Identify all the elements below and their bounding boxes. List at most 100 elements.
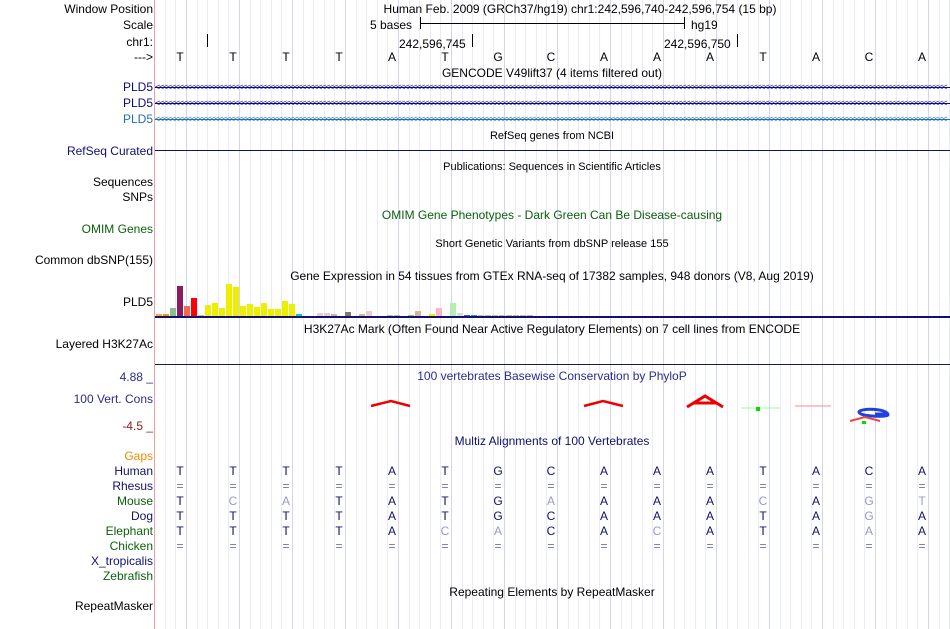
gtex-bar[interactable] xyxy=(450,303,456,316)
alignment-base: = xyxy=(176,479,184,493)
alignment-base: A xyxy=(652,464,662,478)
sequence-base: T xyxy=(335,50,343,64)
alignment-base: T xyxy=(229,464,237,478)
alignment-base: = xyxy=(653,539,661,553)
alignment-base: A xyxy=(811,509,821,523)
gtex-bar[interactable] xyxy=(408,315,414,316)
gtex-bar[interactable] xyxy=(156,314,162,316)
h3k27ac-baseline xyxy=(155,364,950,365)
gtex-bar[interactable] xyxy=(485,315,491,316)
species-label[interactable]: X_tropicalis xyxy=(91,554,153,568)
phylop-logo xyxy=(370,394,890,424)
snps-label[interactable]: SNPs xyxy=(122,190,153,204)
gtex-bar[interactable] xyxy=(415,311,421,316)
gtex-bar[interactable] xyxy=(464,315,470,316)
refseq-label[interactable]: RefSeq Curated xyxy=(67,144,153,158)
repeatmasker-label[interactable]: RepeatMasker xyxy=(75,599,153,613)
alignment-base: = xyxy=(388,479,396,493)
alignment-base: A xyxy=(917,509,927,523)
alignment-base: = xyxy=(812,539,820,553)
label-divider xyxy=(154,0,155,629)
gtex-bar[interactable] xyxy=(317,313,323,316)
gtex-bar[interactable] xyxy=(492,315,498,316)
gtex-bar[interactable] xyxy=(331,314,337,316)
omim-label[interactable]: OMIM Genes xyxy=(82,222,153,236)
alignment-base: = xyxy=(653,479,661,493)
alignment-base: A xyxy=(917,464,927,478)
gtex-bar[interactable] xyxy=(394,315,400,316)
gtex-bar[interactable] xyxy=(506,315,512,316)
phylop-label[interactable]: 100 Vert. Cons xyxy=(74,392,153,406)
sequence-base: T xyxy=(229,50,237,64)
gtex-bar[interactable] xyxy=(359,314,365,316)
gtex-bar[interactable] xyxy=(233,287,239,316)
scale-label: Scale xyxy=(122,18,153,32)
species-label[interactable]: Chicken xyxy=(110,539,153,553)
dbsnp-label[interactable]: Common dbSNP(155) xyxy=(35,253,153,267)
gtex-bar[interactable] xyxy=(499,315,505,316)
gtex-bar[interactable] xyxy=(527,315,533,316)
sequence-base: A xyxy=(811,50,821,64)
gtex-bar[interactable] xyxy=(268,309,274,316)
gtex-bar[interactable] xyxy=(163,314,169,316)
gtex-bar[interactable] xyxy=(457,313,463,316)
gene-model[interactable]: <<<<<<<<<<<<<<<<<<<<<<<<<<<<<<<<<<<<<<<<… xyxy=(155,98,950,108)
gtex-bar[interactable] xyxy=(219,308,225,316)
gtex-bar[interactable] xyxy=(261,303,267,316)
gtex-bar[interactable] xyxy=(282,301,288,316)
gtex-bar[interactable] xyxy=(184,306,190,316)
gtex-bar[interactable] xyxy=(429,314,435,316)
gtex-bar[interactable] xyxy=(471,315,477,316)
alignment-base: = xyxy=(918,479,926,493)
sequences-label[interactable]: Sequences xyxy=(93,175,153,189)
species-label[interactable]: Dog xyxy=(131,509,153,523)
species-label[interactable]: Zebrafish xyxy=(103,569,153,583)
alignment-base: C xyxy=(758,494,768,508)
alignment-base: A xyxy=(705,509,715,523)
gene-label[interactable]: PLD5 xyxy=(123,80,153,94)
gtex-bar[interactable] xyxy=(240,306,246,316)
gtex-bar[interactable] xyxy=(324,313,330,316)
gtex-bar[interactable] xyxy=(177,286,183,316)
h3k27ac-label[interactable]: Layered H3K27Ac xyxy=(56,337,153,351)
alignment-base: A xyxy=(599,509,609,523)
species-label[interactable]: Elephant xyxy=(106,524,153,538)
alignment-base: T xyxy=(441,464,449,478)
gene-model[interactable]: <<<<<<<<<<<<<<<<<<<<<<<<<<<<<<<<<<<<<<<<… xyxy=(155,82,950,92)
species-label[interactable]: Mouse xyxy=(117,494,153,508)
species-label[interactable]: Rhesus xyxy=(112,479,153,493)
gtex-bar[interactable] xyxy=(366,311,372,316)
refseq-gene-line[interactable] xyxy=(155,150,950,151)
gtex-bar[interactable] xyxy=(520,315,526,316)
gtex-bar[interactable] xyxy=(254,307,260,316)
gene-label[interactable]: PLD5 xyxy=(123,96,153,110)
phylop-title: 100 vertebrates Basewise Conservation by… xyxy=(417,369,687,383)
gtex-bar[interactable] xyxy=(387,315,393,316)
gtex-bar[interactable] xyxy=(170,308,176,316)
alignment-base: = xyxy=(918,539,926,553)
gaps-label[interactable]: Gaps xyxy=(124,449,153,463)
coord-label: 242,596,745 xyxy=(399,37,466,51)
alignment-base: T xyxy=(335,494,343,508)
species-label[interactable]: Human xyxy=(114,464,153,478)
gene-label[interactable]: PLD5 xyxy=(123,112,153,126)
gtex-bar[interactable] xyxy=(198,315,204,316)
gtex-bar[interactable] xyxy=(191,298,197,316)
gtex-bar[interactable] xyxy=(478,315,484,316)
genome-browser-image[interactable]: Window Position Human Feb. 2009 (GRCh37/… xyxy=(0,0,950,629)
alignment-base: A xyxy=(652,494,662,508)
gtex-bar[interactable] xyxy=(345,312,351,316)
gtex-bar[interactable] xyxy=(296,314,302,316)
gtex-bar[interactable] xyxy=(247,304,253,316)
gtex-bar[interactable] xyxy=(436,308,442,316)
gtex-label[interactable]: PLD5 xyxy=(123,295,153,309)
gtex-bar[interactable] xyxy=(226,284,232,316)
gtex-bar[interactable] xyxy=(205,305,211,316)
gene-model[interactable]: <<<<<<<<<<<<<<<<<<<<<<<<<<<<<<<<<<<<<<<<… xyxy=(155,114,950,124)
gtex-bar[interactable] xyxy=(513,315,519,316)
gtex-bar[interactable] xyxy=(212,303,218,316)
gtex-bar[interactable] xyxy=(275,309,281,316)
gtex-bar[interactable] xyxy=(289,304,295,316)
assembly-label: hg19 xyxy=(691,18,718,32)
alignment-base: T xyxy=(176,524,184,538)
